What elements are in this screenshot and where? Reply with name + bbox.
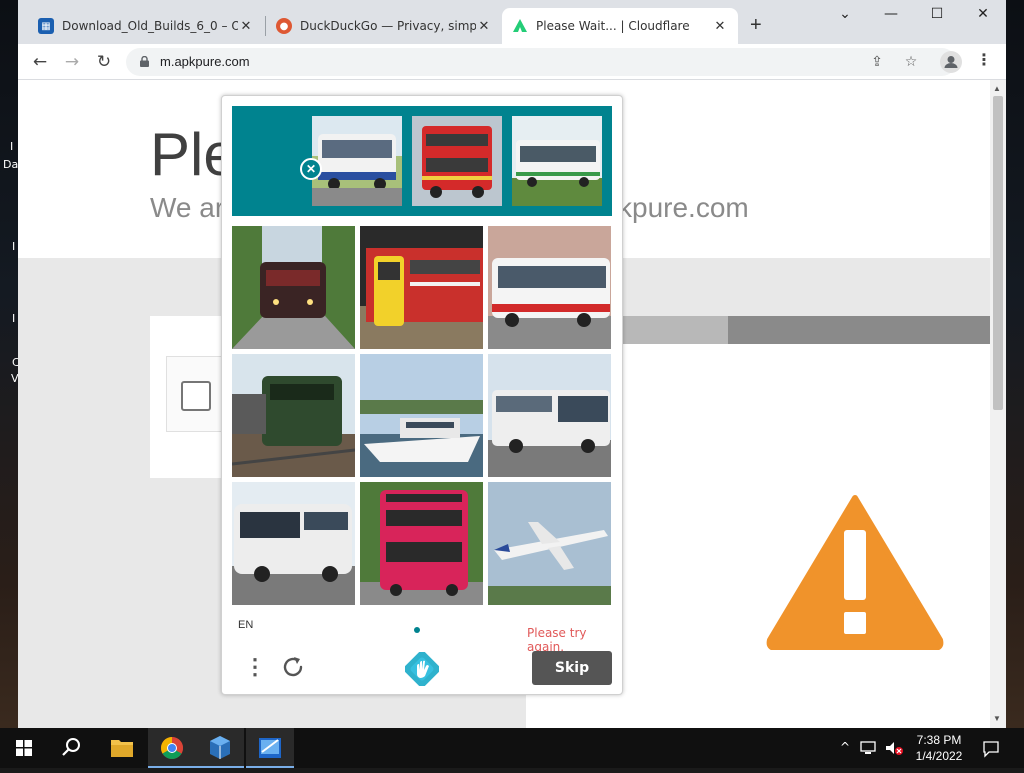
scroll-up-icon[interactable]: ▲ [993, 84, 1001, 93]
taskbar-chrome[interactable] [148, 728, 196, 768]
oracle-favicon-icon: ▦ [38, 18, 54, 34]
captcha-example-header: ✕ [232, 106, 612, 216]
close-example-icon[interactable]: ✕ [300, 158, 322, 180]
warning-triangle-icon [766, 495, 944, 650]
tab-duckduckgo[interactable]: ● DuckDuckGo — Privacy, simplifie ✕ [266, 8, 502, 44]
grid-image-bus-coach[interactable] [232, 482, 355, 605]
captcha-image-grid [232, 226, 612, 606]
url-text[interactable]: m.apkpure.com [160, 54, 250, 69]
language-selector[interactable]: EN [238, 619, 253, 631]
taskbar-xp-mode[interactable] [246, 728, 294, 768]
address-bar[interactable]: m.apkpure.com ⇪ ☆ [126, 48, 956, 76]
person-icon [944, 56, 958, 68]
tab-close-icon[interactable]: ✕ [476, 19, 492, 34]
desktop-icon-label[interactable]: I [12, 240, 15, 253]
tab-strip: ▦ Download_Old_Builds_6_0 – Orac ✕ ● Duc… [18, 0, 1006, 44]
grid-image-train-green[interactable] [232, 354, 355, 477]
virtualbox-icon [210, 736, 230, 759]
desktop-icon-label[interactable]: Da [3, 158, 18, 171]
captcha-challenge-dialog: ✕ EN Please try again. ⋮ Skip [221, 95, 623, 695]
forward-button[interactable]: → [60, 50, 84, 74]
taskbar: ^ 7:38 PM 1/4/2022 [0, 728, 1024, 768]
refresh-icon[interactable] [280, 654, 306, 680]
page-header-bar-tab [618, 316, 728, 344]
chrome-icon [161, 737, 183, 759]
skip-button[interactable]: Skip [532, 651, 612, 685]
minimize-button[interactable]: — [876, 6, 906, 22]
taskbar-search[interactable] [48, 728, 96, 768]
new-tab-button[interactable]: + [750, 14, 762, 37]
browser-toolbar: ← → ↻ m.apkpure.com ⇪ ☆ ⋮ [18, 44, 1006, 80]
folder-icon [111, 740, 133, 757]
xp-mode-icon [259, 738, 281, 758]
tab-oracle[interactable]: ▦ Download_Old_Builds_6_0 – Orac ✕ [28, 8, 264, 44]
duckduckgo-favicon-icon: ● [276, 18, 292, 34]
tray-overflow-icon[interactable]: ^ [840, 740, 850, 754]
grid-image-bus-white-red[interactable] [488, 226, 611, 349]
page-subtitle: We ar [150, 192, 225, 223]
grid-image-train-yellow[interactable] [360, 226, 483, 349]
tab-search-icon[interactable]: ⌄ [830, 6, 860, 22]
windows-start-icon [16, 740, 32, 756]
page-scrollbar[interactable]: ▲ ▼ [990, 80, 1006, 728]
apkpure-favicon-icon [512, 18, 528, 34]
start-button[interactable] [0, 728, 48, 768]
tab-close-icon[interactable]: ✕ [712, 19, 728, 34]
example-image-white-bus [512, 116, 602, 206]
desktop-icon-label[interactable]: I [12, 312, 15, 325]
captcha-menu-icon[interactable]: ⋮ [244, 656, 266, 678]
grid-image-bus-articulated[interactable] [488, 354, 611, 477]
browser-window: ▦ Download_Old_Builds_6_0 – Orac ✕ ● Duc… [18, 0, 1006, 728]
grid-image-double-decker[interactable] [360, 482, 483, 605]
bookmark-star-icon[interactable]: ☆ [902, 54, 920, 70]
close-window-button[interactable]: ✕ [968, 6, 998, 22]
profile-avatar[interactable] [940, 51, 962, 73]
taskbar-virtualbox[interactable] [196, 728, 244, 768]
grid-image-boat-yacht[interactable] [360, 354, 483, 477]
example-image-double-decker [412, 116, 502, 206]
clock-date: 1/4/2022 [915, 749, 963, 763]
taskbar-file-explorer[interactable] [98, 728, 146, 768]
grid-image-train-red[interactable] [232, 226, 355, 349]
maximize-button[interactable]: ☐ [922, 6, 952, 22]
page-subtitle-domain: kpure.com [618, 192, 749, 223]
desktop-icon-label[interactable]: I [10, 140, 13, 153]
browser-menu-button[interactable]: ⋮ [976, 50, 992, 69]
share-icon[interactable]: ⇪ [868, 54, 886, 70]
example-image-city-bus: ✕ [300, 116, 402, 206]
tab-cloudflare[interactable]: Please Wait... | Cloudflare ✕ [502, 8, 738, 44]
hcaptcha-logo-icon[interactable] [405, 652, 439, 686]
back-button[interactable]: ← [28, 50, 52, 74]
tab-title: Please Wait... | Cloudflare [536, 19, 690, 33]
tab-title: DuckDuckGo — Privacy, simplifie [300, 19, 476, 33]
tab-title: Download_Old_Builds_6_0 – Orac [62, 19, 238, 33]
search-icon [62, 738, 80, 756]
reload-button[interactable]: ↻ [92, 50, 116, 74]
scroll-down-icon[interactable]: ▼ [993, 714, 1001, 723]
human-checkbox[interactable] [181, 381, 211, 411]
network-icon[interactable] [860, 740, 878, 756]
taskbar-clock[interactable]: 7:38 PM 1/4/2022 [906, 732, 972, 764]
progress-dot [414, 627, 420, 633]
grid-image-airplane[interactable] [488, 482, 611, 605]
scrollbar-thumb[interactable] [993, 96, 1003, 410]
notifications-icon[interactable] [982, 740, 1000, 758]
clock-time: 7:38 PM [916, 733, 962, 747]
error-message: Please try again. [527, 626, 587, 654]
volume-muted-icon[interactable] [884, 740, 904, 756]
lock-icon[interactable] [140, 56, 149, 67]
tab-close-icon[interactable]: ✕ [238, 19, 254, 34]
